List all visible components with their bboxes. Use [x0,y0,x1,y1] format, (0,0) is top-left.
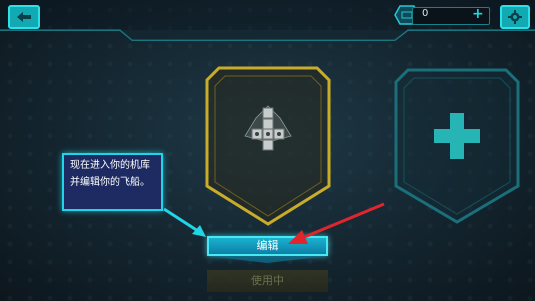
tooltip-text: 现在进入你的机库并编辑你的飞船。 [70,160,150,188]
gear-icon [508,10,522,24]
add-currency-button[interactable]: + [472,7,484,21]
back-arrow-icon [17,12,31,22]
currency-panel: 0 + [394,5,490,25]
in-use-label: 使用中 [251,274,284,287]
plus-icon: + [472,6,484,22]
currency-amount: 0 [422,8,429,19]
edit-button-chevron [207,256,328,263]
hangar-card-add[interactable] [394,68,520,224]
red-annotation-arrow [288,202,385,244]
in-use-button: 使用中 [207,270,328,292]
settings-button[interactable] [500,5,530,29]
back-button[interactable] [8,5,40,29]
edit-button-label: 编辑 [256,239,279,252]
tutorial-tooltip: 现在进入你的机库并编辑你的飞船。 [62,153,163,211]
tooltip-pointer-arrow [163,207,206,237]
